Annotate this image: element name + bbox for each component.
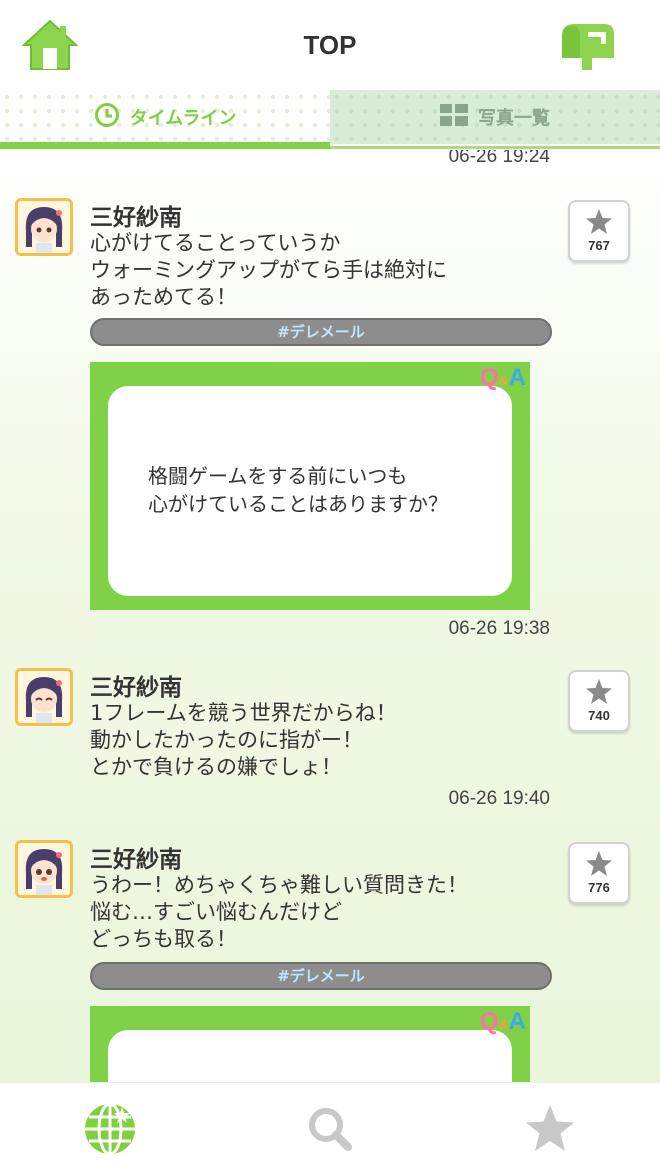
favorite-button[interactable]: 767 [568, 200, 630, 262]
character-avatar-icon [18, 843, 70, 895]
nav-search-button[interactable] [302, 1101, 362, 1157]
favorite-count: 767 [588, 238, 610, 253]
qa-card-inner: 格闘ゲームをする前にいつも 心がけていることはありますか？ [108, 386, 512, 596]
bottom-nav [0, 1082, 660, 1174]
tab-divider [330, 146, 660, 149]
star-icon [586, 209, 612, 234]
post-timestamp: 06-26 19:40 [448, 788, 550, 809]
avatar[interactable] [15, 198, 73, 256]
qa-badge: Q&A [479, 1008, 526, 1035]
qa-card[interactable]: 格闘ゲームをする前にいつも 心がけていることはありますか？ Q&A [90, 362, 530, 610]
favorite-button[interactable]: 740 [568, 670, 630, 732]
qa-badge: Q&A [479, 364, 526, 391]
mailbox-button[interactable] [558, 18, 618, 72]
post-message: 1フレームを競う世界だからね！ 動かしたかったのに指がー！ とかで負けるの嫌でし… [90, 701, 397, 779]
hashtag-label: #デレメール [277, 967, 365, 985]
favorite-button[interactable]: 776 [568, 842, 630, 904]
qa-card-inner [108, 1030, 512, 1082]
star-icon [526, 1105, 574, 1151]
tab-timeline-label: タイムライン [129, 108, 237, 129]
mailbox-icon [562, 24, 614, 70]
hashtag-bar[interactable]: #デレメール [90, 318, 552, 346]
star-icon [586, 679, 612, 704]
qa-card[interactable]: Q&A [90, 1006, 530, 1082]
grid-icon [440, 103, 468, 131]
post-author: 三好紗南 [90, 847, 182, 873]
active-tab-indicator [0, 142, 330, 149]
post-timestamp: 06-26 19:38 [448, 618, 550, 639]
star-icon [586, 851, 612, 876]
post-message: うわー！めちゃくちゃ難しい質問きた！ 悩む…すごい悩むんだけど どっちも取る！ [90, 873, 468, 951]
post-message: 心がけてることっていうか ウォーミングアップがてら手は絶対に あっためてる！ [90, 231, 447, 309]
avatar[interactable] [15, 668, 73, 726]
post-author: 三好紗南 [90, 675, 182, 701]
favorite-count: 740 [588, 708, 610, 723]
search-icon [309, 1108, 352, 1151]
clock-icon [94, 102, 120, 133]
hashtag-bar[interactable]: #デレメール [90, 962, 552, 990]
tab-bar: タイムライン 写真一覧 [0, 90, 660, 150]
avatar[interactable] [15, 840, 73, 898]
qa-question: 格闘ゲームをする前にいつも 心がけていることはありますか？ [148, 464, 448, 516]
post-author: 三好紗南 [90, 205, 182, 231]
header: TOP [0, 0, 660, 90]
character-avatar-icon [18, 671, 70, 723]
nav-globe-button[interactable] [82, 1101, 142, 1157]
timeline-feed[interactable]: 06-26 19:24 三好紗南 心がけてることっていうか ウォーミングアップが… [0, 150, 660, 1082]
character-avatar-icon [18, 201, 70, 253]
tab-photos[interactable]: 写真一覧 [330, 90, 660, 144]
hashtag-label: #デレメール [277, 323, 365, 341]
post-timestamp: 06-26 19:24 [448, 150, 550, 167]
tab-timeline[interactable]: タイムライン [0, 90, 330, 144]
nav-star-button[interactable] [522, 1101, 582, 1157]
globe-icon [85, 1102, 135, 1156]
favorite-count: 776 [588, 880, 610, 895]
tab-photos-label: 写真一覧 [478, 108, 550, 129]
